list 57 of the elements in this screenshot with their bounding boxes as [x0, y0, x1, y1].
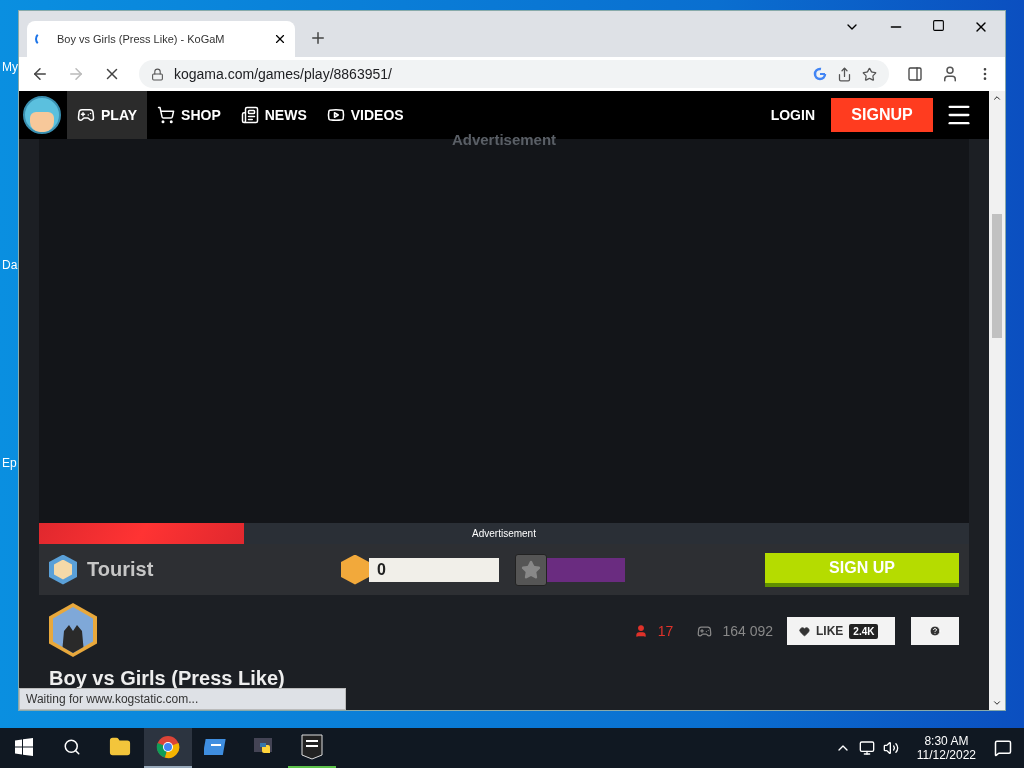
notification-icon[interactable] — [994, 739, 1012, 757]
video-icon — [326, 106, 345, 124]
tab-title: Boy vs Girls (Press Like) - KoGaM — [57, 33, 226, 45]
nav-link[interactable]: NEWS — [230, 91, 317, 139]
player-icon — [633, 624, 648, 638]
profile-icon[interactable] — [941, 65, 959, 83]
gamepad-icon — [697, 623, 713, 639]
address-bar[interactable]: kogama.com/games/play/8863951/ — [139, 60, 889, 88]
taskbar-app[interactable] — [144, 728, 192, 768]
coin-counter: 0 — [369, 557, 499, 582]
share-icon[interactable] — [837, 66, 852, 82]
login-link[interactable]: LOGIN — [754, 91, 831, 139]
scroll-up-icon[interactable] — [992, 93, 1002, 103]
ad-label: Advertisement — [451, 131, 557, 147]
player-name: Tourist — [87, 558, 155, 581]
maximize-icon[interactable] — [932, 19, 945, 32]
scrollbar[interactable] — [989, 91, 1005, 710]
site-logo[interactable] — [23, 96, 61, 134]
bookmark-star-icon[interactable] — [862, 66, 877, 82]
start-icon[interactable] — [15, 738, 33, 756]
signup-button[interactable]: SIGNUP — [831, 98, 933, 132]
network-icon[interactable] — [858, 740, 875, 756]
help-button[interactable] — [911, 617, 959, 645]
game-title: Boy vs Girls (Press Like) — [49, 667, 286, 690]
nav-link[interactable]: VIDEOS — [316, 91, 414, 139]
avatar-icon — [49, 554, 77, 585]
heart-icon — [799, 625, 810, 637]
volume-icon[interactable] — [882, 740, 899, 756]
close-tab-icon[interactable] — [273, 32, 287, 46]
browser-tab[interactable]: Boy vs Girls (Press Like) - KoGaM — [27, 21, 295, 57]
new-tab-icon[interactable] — [309, 29, 327, 47]
google-icon[interactable] — [813, 67, 827, 81]
window-app-icon — [204, 737, 228, 757]
lock-icon — [151, 67, 164, 81]
nav-link[interactable]: PLAY — [67, 91, 148, 139]
side-panel-icon[interactable] — [907, 66, 923, 82]
help-icon — [929, 625, 941, 637]
epic-logo-icon — [301, 734, 323, 760]
gamepad-icon — [77, 106, 95, 124]
chrome-icon — [156, 735, 180, 759]
clock[interactable]: 8:30 AM 11/12/2022 — [916, 734, 976, 762]
scroll-down-icon[interactable] — [992, 698, 1002, 708]
back-icon[interactable] — [31, 65, 49, 83]
cart-icon — [157, 106, 176, 124]
player-count: 17 — [657, 623, 674, 639]
folder-icon — [109, 736, 131, 758]
ad-label: Advertisement — [472, 528, 536, 539]
nav-link[interactable]: SHOP — [147, 91, 231, 139]
play-count: 164 092 — [722, 623, 773, 639]
cube-icon — [341, 554, 369, 585]
status-bar: Waiting for www.kogstatic.com... — [19, 688, 346, 710]
scrollbar-thumb[interactable] — [992, 213, 1002, 338]
search-icon[interactable] — [63, 738, 81, 756]
url-text: kogama.com/games/play/8863951/ — [174, 66, 393, 82]
news-icon — [240, 106, 259, 124]
like-count: 2.4K — [849, 623, 879, 639]
like-button[interactable]: LIKE 2.4K — [787, 617, 895, 645]
